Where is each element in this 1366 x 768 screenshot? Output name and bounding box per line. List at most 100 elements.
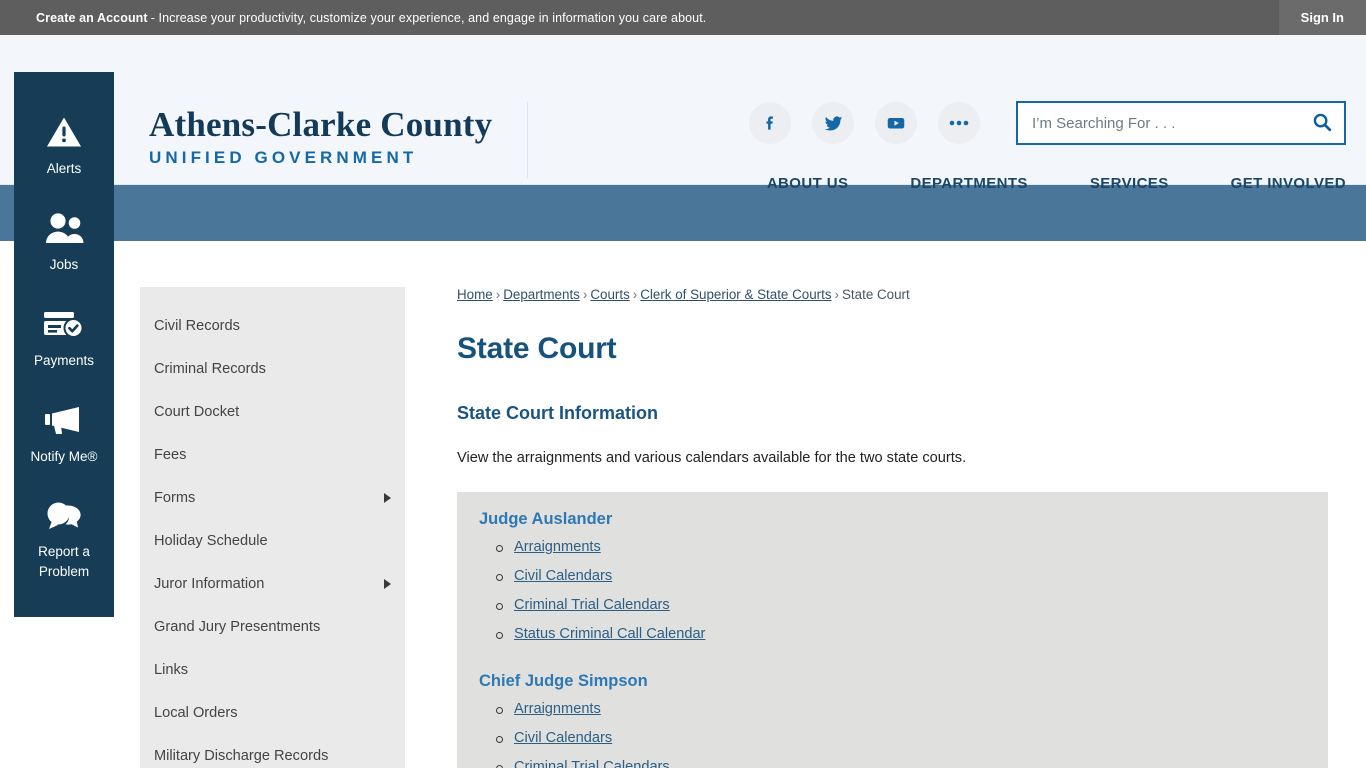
nav-about-us[interactable]: ABOUT US [767, 175, 849, 192]
link-civil-calendars[interactable]: Civil Calendars [514, 568, 612, 584]
link-criminal-trial-calendars[interactable]: Criminal Trial Calendars [514, 597, 670, 613]
alert-triangle-icon [46, 112, 82, 152]
sidenav-label: Local Orders [154, 704, 238, 721]
header-divider [527, 102, 528, 178]
search-box[interactable] [1016, 101, 1346, 145]
breadcrumb: Home › Departments › Courts › Clerk of Superio… [457, 287, 1328, 302]
rail-item-notify-me[interactable]: Notify Me® [14, 384, 114, 480]
facebook-button[interactable] [749, 102, 791, 144]
more-social-button[interactable] [938, 102, 980, 144]
calendar-list-simpson: Arraignments Civil Calendars Criminal Tr… [479, 700, 1306, 768]
list-item: Criminal Trial Calendars [479, 758, 1306, 768]
social-links [749, 102, 980, 144]
rail-label-jobs: Jobs [49, 256, 79, 272]
link-civil-calendars[interactable]: Civil Calendars [514, 730, 612, 746]
list-item: Arraignments [479, 538, 1306, 557]
sign-in-button[interactable]: Sign In [1278, 0, 1366, 35]
intro-paragraph: View the arraignments and various calend… [457, 450, 967, 466]
sidenav-item-fees[interactable]: Fees [140, 434, 405, 477]
sidenav-item-juror-information[interactable]: Juror Information [140, 563, 405, 606]
youtube-icon [885, 112, 907, 134]
sidenav-item-civil-records[interactable]: Civil Records [140, 305, 405, 348]
create-account-description: - Increase your productivity, customize … [150, 10, 707, 25]
sidenav-label: Grand Jury Presentments [154, 618, 321, 635]
main-navigation: ABOUT US DEPARTMENTS SERVICES GET INVOLV… [767, 175, 1346, 192]
nav-services[interactable]: SERVICES [1090, 175, 1169, 192]
site-logo[interactable]: Athens-Clarke County UNIFIED GOVERNMENT [149, 107, 492, 166]
section-navigation: Civil Records Criminal Records Court Doc… [140, 287, 405, 768]
sidenav-item-court-docket[interactable]: Court Docket [140, 391, 405, 434]
sidenav-item-links[interactable]: Links [140, 649, 405, 692]
nav-departments[interactable]: DEPARTMENTS [910, 175, 1027, 192]
section-heading: State Court Information [457, 403, 658, 423]
sidenav-item-military-discharge-records[interactable]: Military Discharge Records [140, 735, 405, 768]
page-title: State Court [457, 332, 617, 365]
search-icon [1311, 111, 1333, 136]
sidenav-item-forms[interactable]: Forms [140, 477, 405, 520]
chevron-right-icon [384, 579, 391, 590]
people-icon [43, 208, 85, 248]
site-header: Athens-Clarke County UNIFIED GOVERNMENT [0, 35, 1366, 192]
rail-item-report-a-problem[interactable]: Report a Problem [14, 479, 114, 595]
more-icon [948, 119, 970, 127]
sidenav-label: Civil Records [154, 318, 240, 334]
breadcrumb-item-home[interactable]: Home [457, 287, 493, 302]
link-arraignments[interactable]: Arraignments [514, 701, 601, 717]
judge-heading-auslander: Judge Auslander [479, 510, 613, 529]
list-item: Civil Calendars [479, 729, 1306, 748]
sidenav-item-criminal-records[interactable]: Criminal Records [140, 348, 405, 391]
breadcrumb-separator: › [582, 287, 588, 302]
sidenav-label: Criminal Records [154, 360, 266, 377]
sidenav-label: Court Docket [154, 403, 240, 420]
link-status-criminal-call-calendar[interactable]: Status Criminal Call Calendar [514, 626, 705, 642]
main-content: Home › Departments › Courts › Clerk of Superio… [405, 287, 1346, 768]
list-item: Criminal Trial Calendars [479, 596, 1306, 615]
judge-heading-simpson: Chief Judge Simpson [479, 672, 648, 691]
sidenav-label: Holiday Schedule [154, 532, 268, 549]
list-item: Civil Calendars [479, 567, 1306, 586]
rail-label-alerts: Alerts [46, 161, 82, 176]
rail-label-payments: Payments [33, 352, 95, 368]
create-account-message[interactable]: Create an Account - Increase your produc… [0, 0, 706, 35]
rail-item-jobs[interactable]: Jobs [14, 192, 114, 288]
breadcrumb-separator: › [495, 287, 501, 302]
sidenav-item-holiday-schedule[interactable]: Holiday Schedule [140, 520, 405, 563]
search-submit-button[interactable] [1300, 103, 1344, 143]
speech-bubbles-icon [43, 495, 85, 535]
breadcrumb-item-courts[interactable]: Courts [590, 287, 629, 302]
youtube-button[interactable] [875, 102, 917, 144]
logo-title: Athens-Clarke County [149, 105, 493, 144]
rail-item-alerts[interactable]: Alerts [14, 96, 114, 192]
link-criminal-trial-calendars[interactable]: Criminal Trial Calendars [514, 759, 670, 768]
chevron-right-icon [384, 493, 391, 504]
rail-label-notify-me: Notify Me® [30, 448, 98, 464]
nav-get-involved[interactable]: GET INVOLVED [1231, 175, 1346, 192]
breadcrumb-item-clerk-of-superior-and-state-courts[interactable]: Clerk of Superior & State Courts [640, 287, 831, 302]
credit-card-check-icon [42, 304, 86, 344]
quick-links-rail: Alerts Jobs Payments Notify Me® Report a… [14, 72, 114, 618]
sidenav-label: Fees [154, 446, 187, 463]
sidenav-label: Forms [154, 489, 196, 506]
calendar-list-auslander: Arraignments Civil Calendars Criminal Tr… [479, 538, 1306, 644]
calendars-panel: Judge Auslander Arraignments Civil Calen… [457, 492, 1328, 768]
breadcrumb-item-departments[interactable]: Departments [503, 287, 580, 302]
page-body: Civil Records Criminal Records Court Doc… [0, 241, 1366, 768]
rail-item-payments[interactable]: Payments [14, 288, 114, 384]
list-item: Status Criminal Call Calendar [479, 625, 1306, 644]
breadcrumb-separator: › [632, 287, 638, 302]
secondary-nav-band [0, 185, 1366, 241]
sidenav-item-grand-jury-presentments[interactable]: Grand Jury Presentments [140, 606, 405, 649]
logo-subtitle: UNIFIED GOVERNMENT [149, 148, 418, 167]
breadcrumb-separator: › [834, 287, 839, 302]
twitter-button[interactable] [812, 102, 854, 144]
sidenav-item-local-orders[interactable]: Local Orders [140, 692, 405, 735]
sidenav-label: Links [154, 661, 189, 678]
rail-label-report-a-problem: Report a Problem [38, 544, 90, 580]
search-input[interactable] [1018, 103, 1300, 143]
link-arraignments[interactable]: Arraignments [514, 539, 601, 555]
create-account-link[interactable]: Create an Account [36, 11, 148, 25]
twitter-icon [823, 113, 844, 134]
list-item: Arraignments [479, 700, 1306, 719]
breadcrumb-item-current: State Court [842, 287, 910, 302]
sidenav-label: Juror Information [154, 575, 265, 592]
